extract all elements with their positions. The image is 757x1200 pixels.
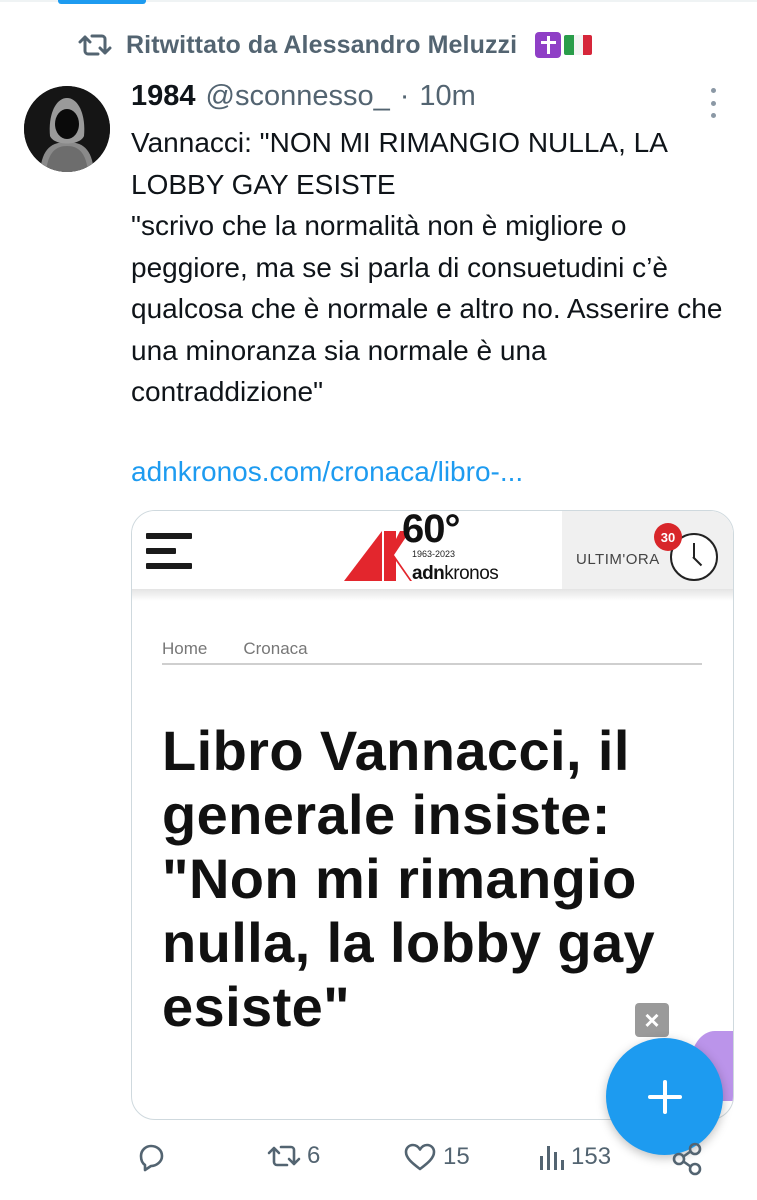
name-emojis bbox=[535, 32, 593, 58]
logo-brand-rest: kronos bbox=[444, 563, 499, 584]
logo-brand: adnkronos bbox=[412, 563, 499, 585]
link-preview-card[interactable]: 60° 1963-2023 adnkronos ULTIM'ORA 30 Hom… bbox=[131, 510, 734, 1120]
tweet-actions: 6 15 153 bbox=[131, 1142, 731, 1182]
site-header: 60° 1963-2023 adnkronos ULTIM'ORA 30 bbox=[132, 511, 733, 589]
tweet-timestamp[interactable]: 10m bbox=[419, 80, 475, 113]
orthodox-cross-emoji-icon bbox=[535, 32, 562, 58]
header-separator: · bbox=[399, 80, 410, 112]
views-count: 153 bbox=[571, 1143, 612, 1170]
reply-icon bbox=[135, 1142, 167, 1174]
ultimora-badge: 30 bbox=[654, 523, 682, 551]
retweet-label[interactable]: Ritwittato da Alessandro Meluzzi bbox=[126, 31, 517, 60]
tweet-link[interactable]: adnkronos.com/cronaca/libro-... bbox=[131, 456, 523, 488]
article-headline: Libro Vannacci, il generale insiste: "No… bbox=[162, 719, 656, 1038]
breadcrumb-divider bbox=[162, 663, 702, 665]
reply-button[interactable] bbox=[135, 1142, 173, 1174]
breadcrumb-home: Home bbox=[162, 639, 208, 658]
retweet-action-icon bbox=[267, 1142, 301, 1170]
retweet-context[interactable]: Ritwittato da Alessandro Meluzzi bbox=[78, 28, 593, 62]
retweet-count: 6 bbox=[307, 1142, 321, 1169]
ultimora-label: ULTIM'ORA bbox=[576, 551, 660, 568]
share-button[interactable] bbox=[671, 1142, 703, 1176]
logo-60: 60° bbox=[402, 510, 460, 551]
top-tab-indicator bbox=[58, 0, 146, 4]
compose-plus-icon bbox=[647, 1079, 682, 1114]
breadcrumb-cronaca: Cronaca bbox=[243, 639, 308, 658]
tweet-text: Vannacci: "NON MI RIMANGIO NULLA, LA LOB… bbox=[131, 122, 741, 413]
display-name[interactable]: 1984 bbox=[131, 80, 196, 113]
views-button[interactable]: 153 bbox=[537, 1142, 611, 1172]
breadcrumb: Home Cronaca bbox=[162, 639, 308, 659]
retweet-icon bbox=[78, 31, 112, 59]
close-icon: × bbox=[635, 1003, 669, 1037]
italy-flag-emoji-icon bbox=[564, 35, 593, 55]
like-icon bbox=[403, 1142, 437, 1172]
logo-brand-bold: adn bbox=[412, 563, 445, 584]
user-handle[interactable]: @sconnesso_ bbox=[206, 80, 390, 113]
adnkronos-logo: 60° 1963-2023 adnkronos bbox=[342, 510, 542, 589]
retweet-button[interactable]: 6 bbox=[267, 1142, 320, 1170]
ultimora-box: ULTIM'ORA 30 bbox=[562, 511, 733, 589]
tweet-body: Vannacci: "NON MI RIMANGIO NULLA, LA LOB… bbox=[131, 127, 723, 407]
avatar[interactable] bbox=[24, 86, 110, 172]
views-icon bbox=[537, 1142, 565, 1172]
header-shadow bbox=[132, 589, 733, 601]
like-count: 15 bbox=[443, 1143, 470, 1170]
like-button[interactable]: 15 bbox=[403, 1142, 470, 1172]
share-icon bbox=[671, 1142, 703, 1176]
logo-years: 1963-2023 bbox=[412, 549, 456, 559]
compose-button[interactable] bbox=[606, 1038, 723, 1155]
more-icon[interactable] bbox=[706, 88, 720, 118]
hamburger-icon bbox=[146, 533, 192, 569]
tweet-header: 1984 @sconnesso_ · 10m bbox=[131, 80, 476, 120]
